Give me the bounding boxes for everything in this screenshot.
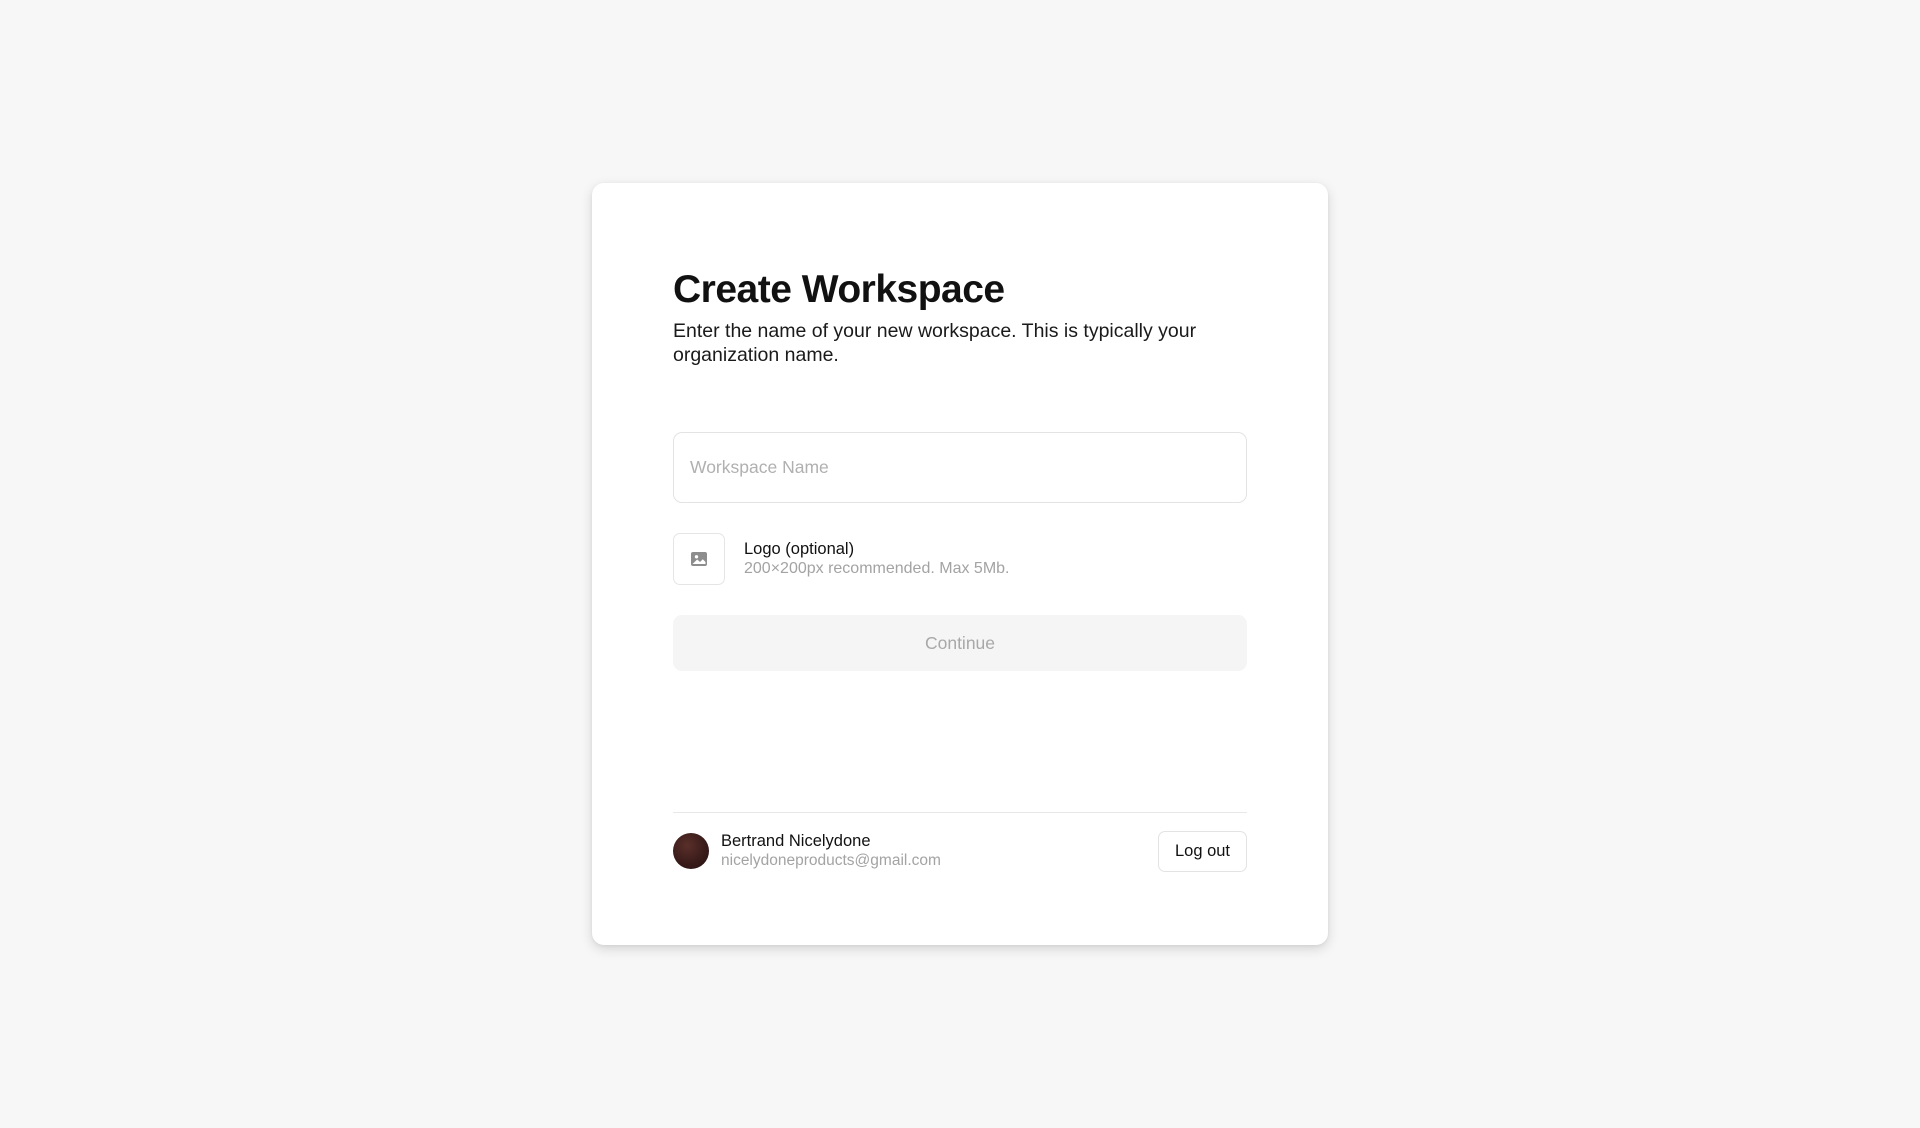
user-email: nicelydoneproducts@gmail.com bbox=[721, 852, 941, 869]
workspace-name-input[interactable] bbox=[673, 432, 1247, 503]
create-workspace-card: Create Workspace Enter the name of your … bbox=[592, 183, 1328, 945]
logo-upload-text: Logo (optional) 200×200px recommended. M… bbox=[744, 539, 1009, 579]
logo-label: Logo (optional) bbox=[744, 540, 855, 558]
card-content: Create Workspace Enter the name of your … bbox=[673, 183, 1247, 945]
user-footer: Bertrand Nicelydone nicelydoneproducts@g… bbox=[673, 831, 1247, 873]
page-subtitle: Enter the name of your new workspace. Th… bbox=[673, 320, 1197, 366]
continue-button[interactable]: Continue bbox=[673, 615, 1247, 671]
avatar bbox=[673, 833, 709, 869]
user-info: Bertrand Nicelydone nicelydoneproducts@g… bbox=[721, 831, 941, 871]
logo-hint: 200×200px recommended. Max 5Mb. bbox=[744, 560, 1010, 577]
image-icon bbox=[691, 552, 707, 566]
logo-upload-row: Logo (optional) 200×200px recommended. M… bbox=[673, 533, 1247, 585]
user-name: Bertrand Nicelydone bbox=[721, 832, 871, 850]
footer-divider bbox=[673, 812, 1247, 813]
logo-upload-button[interactable] bbox=[673, 533, 725, 585]
logout-button[interactable]: Log out bbox=[1158, 831, 1247, 872]
page-title: Create Workspace bbox=[673, 268, 1005, 311]
